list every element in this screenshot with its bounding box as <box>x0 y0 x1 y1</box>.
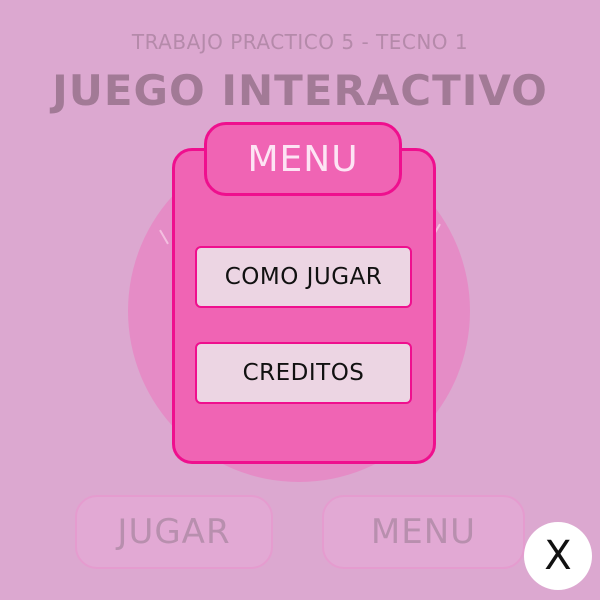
game-title: JUEGO INTERACTIVO <box>52 66 548 115</box>
menu-popup-title: MENU <box>204 122 402 196</box>
how-to-play-button[interactable]: COMO JUGAR <box>195 246 412 308</box>
close-button[interactable]: X <box>524 522 592 590</box>
credits-button[interactable]: CREDITOS <box>195 342 412 404</box>
decoration-mark <box>159 229 169 245</box>
menu-button[interactable]: MENU <box>322 495 525 569</box>
play-button[interactable]: JUGAR <box>75 495 273 569</box>
close-icon: X <box>544 533 572 579</box>
game-subtitle: TRABAJO PRACTICO 5 - TECNO 1 <box>131 30 469 54</box>
